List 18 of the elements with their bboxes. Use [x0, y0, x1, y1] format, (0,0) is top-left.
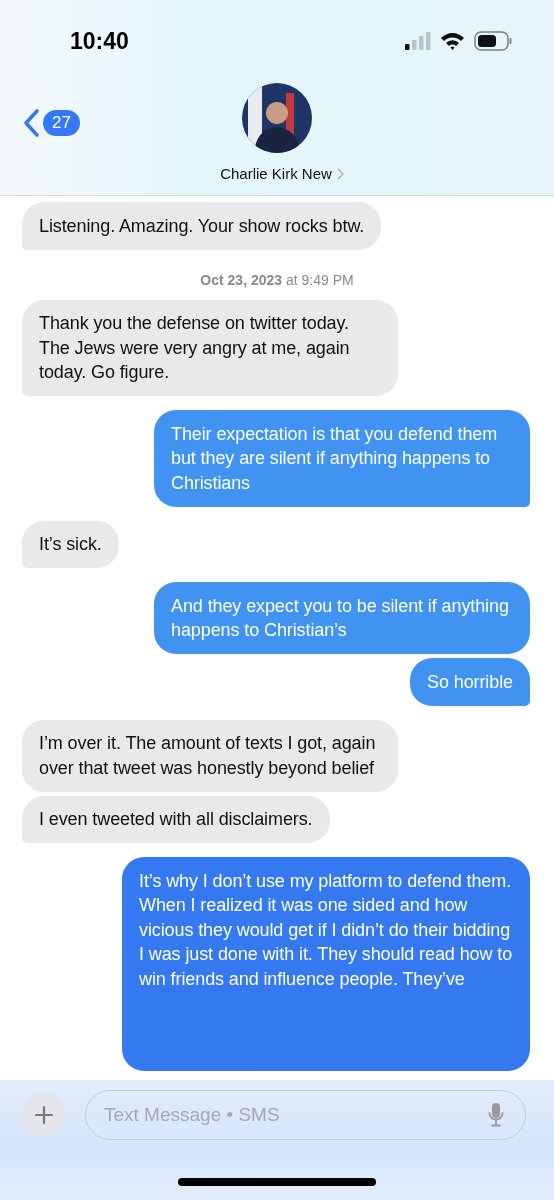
message-bubble[interactable]: I even tweeted with all disclaimers.	[22, 795, 330, 843]
add-button[interactable]	[22, 1093, 66, 1137]
message-bubble[interactable]: It’s why I don’t use my platform to defend them. When I realized it was one sided and how vicious they would get if I didn’t do their bidding I was just done with it. They should read how to win friends and influence people. They’ve	[122, 857, 530, 1071]
back-chevron-icon[interactable]	[22, 108, 40, 138]
timestamp: Oct 23, 2023 at 9:49 PM	[200, 271, 354, 288]
status-time: 10:40	[70, 27, 129, 55]
contact-name[interactable]: Charlie Kirk New	[220, 165, 332, 182]
plus-icon[interactable]	[34, 1105, 54, 1125]
microphone-icon[interactable]	[488, 1102, 504, 1128]
chevron-icon	[336, 167, 344, 180]
wifi-icon	[440, 32, 465, 50]
message-bubble[interactable]: I’m over it. The amount of texts I got, again over that tweet was honestly beyond belief	[22, 719, 398, 792]
battery-icon	[474, 31, 512, 51]
message-bubble[interactable]: Listening. Amazing. Your show rocks btw.	[22, 202, 382, 250]
message-bubble[interactable]: Thank you the defense on twitter today. The Jews were very angry at me, again today. Go figure.	[22, 299, 398, 396]
signal-icon	[405, 32, 431, 50]
message-bubble[interactable]: It’s sick.	[22, 520, 119, 568]
message-field[interactable]: Text Message • SMS	[85, 1090, 526, 1140]
